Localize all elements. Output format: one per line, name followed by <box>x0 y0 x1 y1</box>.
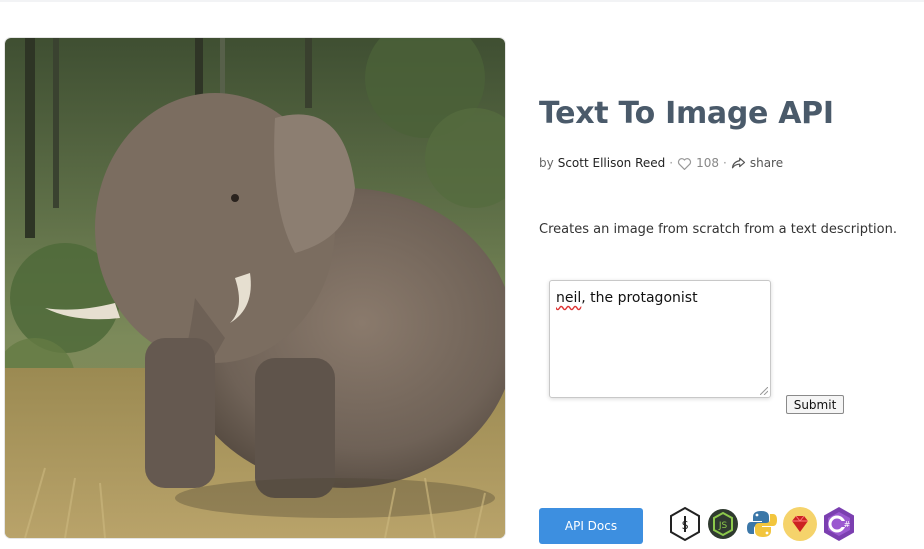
python-icon[interactable] <box>744 506 780 542</box>
meta-line: by Scott Ellison Reed · 108 · share <box>539 156 783 170</box>
like-count: 108 <box>696 156 720 170</box>
svg-text:#: # <box>844 520 851 529</box>
csharp-icon[interactable]: # <box>821 506 857 542</box>
description: Creates an image from scratch from a tex… <box>539 222 897 237</box>
share-label: share <box>749 156 784 170</box>
separator: · <box>669 156 674 170</box>
generated-image <box>5 38 505 538</box>
resize-grip-icon[interactable] <box>760 387 768 395</box>
shell-icon[interactable]: $ <box>667 506 703 542</box>
api-docs-button[interactable]: API Docs <box>539 508 643 544</box>
share-button[interactable]: share <box>731 156 783 170</box>
submit-button[interactable]: Submit <box>786 395 844 414</box>
prompt-text: neil, the protagonist <box>556 290 698 306</box>
ruby-icon[interactable] <box>782 506 818 542</box>
heart-icon <box>678 157 692 170</box>
by-prefix: by <box>539 156 554 170</box>
like-button[interactable]: 108 <box>677 156 719 170</box>
top-bar <box>0 0 924 2</box>
prompt-textarea[interactable]: neil, the protagonist <box>549 280 771 398</box>
page-title: Text To Image API <box>539 96 834 131</box>
nodejs-icon[interactable]: JS <box>705 506 741 542</box>
author-link[interactable]: Scott Ellison Reed <box>558 156 666 170</box>
svg-text:JS: JS <box>718 521 728 531</box>
share-icon <box>731 157 745 169</box>
svg-text:$: $ <box>681 518 688 532</box>
separator: · <box>723 156 727 170</box>
